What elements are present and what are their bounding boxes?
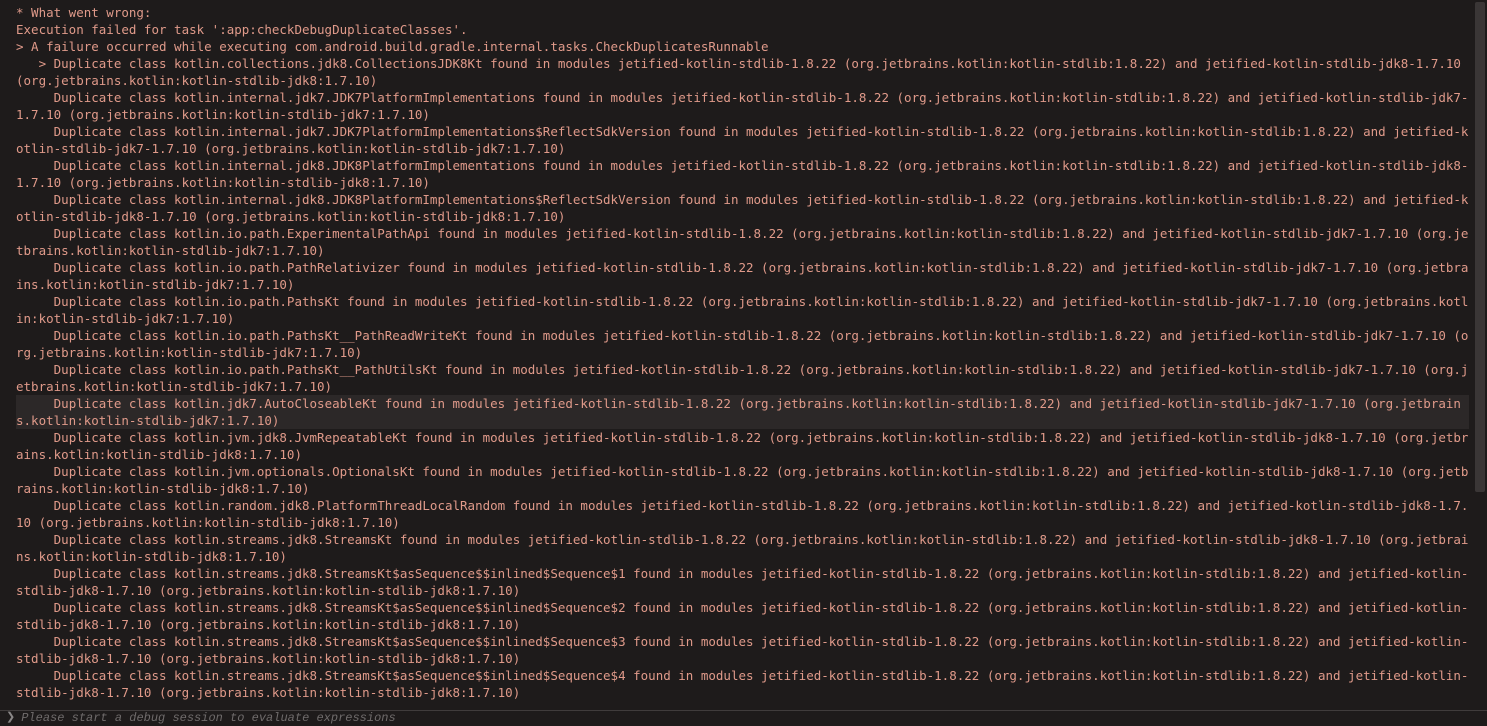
log-line: Duplicate class kotlin.io.path.PathsKt__… xyxy=(16,327,1469,361)
log-line: Duplicate class kotlin.streams.jdk8.Stre… xyxy=(16,667,1469,701)
log-line: > A failure occurred while executing com… xyxy=(16,38,1469,55)
log-line: Duplicate class kotlin.jvm.optionals.Opt… xyxy=(16,463,1469,497)
evaluate-placeholder: Please start a debug session to evaluate… xyxy=(21,710,395,726)
log-line: > Duplicate class kotlin.collections.jdk… xyxy=(16,55,1469,89)
build-log-output[interactable]: * What went wrong:Execution failed for t… xyxy=(0,0,1473,710)
log-line: Duplicate class kotlin.internal.jdk8.JDK… xyxy=(16,191,1469,225)
log-line: Duplicate class kotlin.random.jdk8.Platf… xyxy=(16,497,1469,531)
log-line: Duplicate class kotlin.streams.jdk8.Stre… xyxy=(16,599,1469,633)
scrollbar-track[interactable] xyxy=(1473,0,1487,710)
log-line: Duplicate class kotlin.jdk7.AutoCloseabl… xyxy=(16,395,1469,429)
log-line: Duplicate class kotlin.internal.jdk8.JDK… xyxy=(16,157,1469,191)
log-line: Duplicate class kotlin.internal.jdk7.JDK… xyxy=(16,123,1469,157)
evaluate-expression-bar[interactable]: ❯ Please start a debug session to evalua… xyxy=(0,710,1487,726)
log-line: Duplicate class kotlin.streams.jdk8.Stre… xyxy=(16,633,1469,667)
log-line: Duplicate class kotlin.streams.jdk8.Stre… xyxy=(16,565,1469,599)
log-line: Duplicate class kotlin.io.path.Experimen… xyxy=(16,225,1469,259)
log-line: Duplicate class kotlin.jvm.jdk8.JvmRepea… xyxy=(16,429,1469,463)
log-line: Duplicate class kotlin.io.path.PathsKt__… xyxy=(16,361,1469,395)
log-line: Duplicate class kotlin.io.path.PathRelat… xyxy=(16,259,1469,293)
scrollbar-thumb[interactable] xyxy=(1475,2,1485,492)
log-line: Duplicate class kotlin.streams.jdk8.Stre… xyxy=(16,531,1469,565)
log-line: * What went wrong: xyxy=(16,4,1469,21)
log-line: Duplicate class kotlin.internal.jdk7.JDK… xyxy=(16,89,1469,123)
chevron-right-icon: ❯ xyxy=(6,710,15,726)
log-line: Execution failed for task ':app:checkDeb… xyxy=(16,21,1469,38)
log-line: Duplicate class kotlin.io.path.PathsKt f… xyxy=(16,293,1469,327)
